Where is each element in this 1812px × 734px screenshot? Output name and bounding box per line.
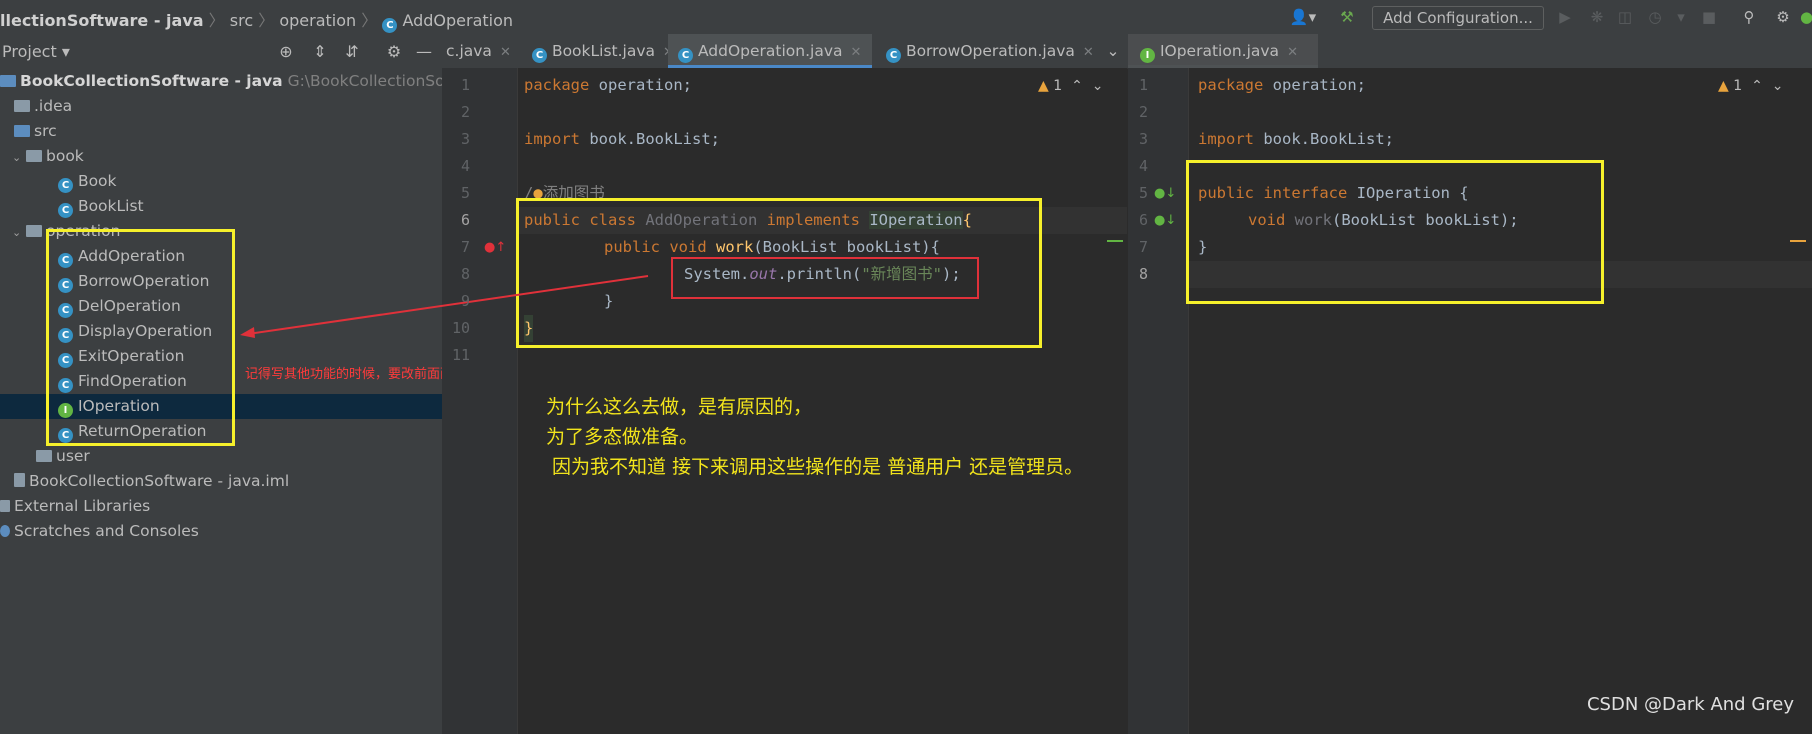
line-number: 11 — [451, 346, 470, 364]
line-number: 7 — [1138, 238, 1148, 256]
line-number: 8 — [460, 265, 470, 283]
line-number: 4 — [1138, 157, 1148, 175]
line-number: 2 — [460, 103, 470, 121]
explanation-note: 为什么这么去做，是有原因的， 为了多态做准备。 因为我不知道 接下来调用这些操作… — [546, 392, 1083, 482]
line-number: 4 — [460, 157, 470, 175]
line-number: 6 — [1138, 211, 1148, 229]
line-number: 10 — [451, 319, 470, 337]
line-number: 9 — [460, 292, 470, 310]
note-line: 为了多态做准备。 — [546, 426, 699, 448]
line-number: 6 — [460, 211, 470, 229]
watermark: CSDN @Dark And Grey — [1586, 694, 1794, 715]
line-number: 1 — [460, 76, 470, 94]
line-number: 1 — [1138, 76, 1148, 94]
line-number: 5 — [1138, 184, 1148, 202]
note-line: 因为我不知道 接下来调用这些操作的是 普通用户 还是管理员。 — [546, 456, 1084, 478]
line-number: 5 — [460, 184, 470, 202]
arrow-head — [240, 327, 255, 338]
annotation-arrow — [240, 275, 649, 338]
line-number: 7 — [460, 238, 470, 256]
line-number: 8 — [1138, 265, 1148, 283]
line-number: 3 — [1138, 130, 1148, 148]
note-line: 为什么这么去做，是有原因的， — [546, 396, 813, 418]
line-number: 3 — [460, 130, 470, 148]
line-number: 2 — [1138, 103, 1148, 121]
